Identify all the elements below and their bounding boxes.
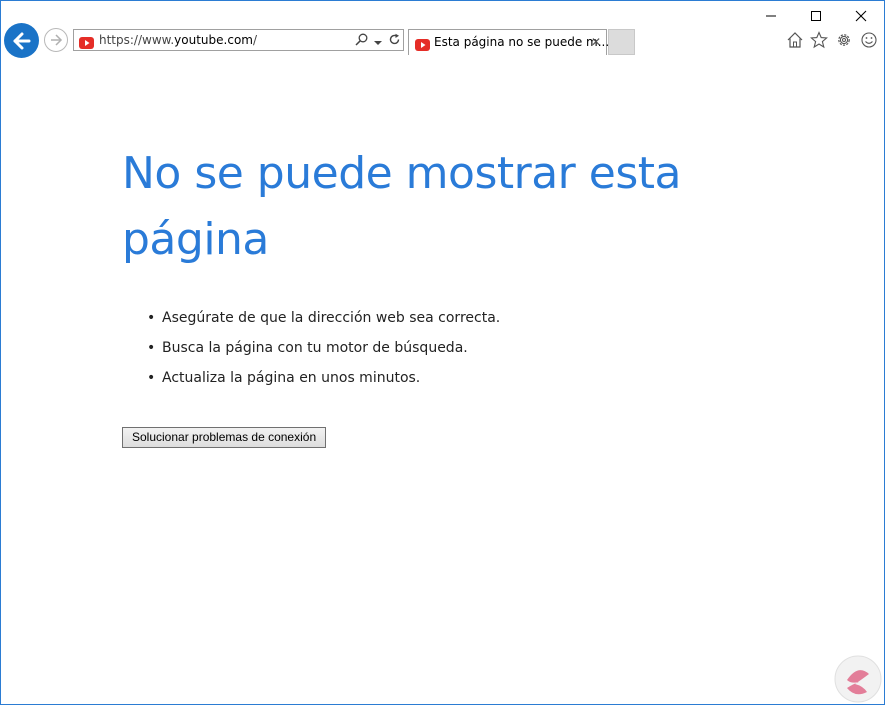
refresh-button[interactable]: [388, 31, 401, 50]
close-icon: [855, 10, 867, 22]
favorites-star-icon: [810, 31, 828, 49]
url-suffix: /: [252, 33, 258, 47]
minimize-button[interactable]: [748, 1, 794, 31]
bullet: •: [147, 310, 156, 326]
feedback-smiley-icon: [861, 32, 877, 48]
tip-text: Actualiza la página en unos minutos.: [162, 370, 421, 386]
maximize-button[interactable]: [793, 1, 839, 31]
url-host: youtube.com: [174, 33, 253, 47]
forward-button[interactable]: [44, 28, 68, 52]
settings-button[interactable]: [834, 30, 854, 50]
tip-text: Busca la página con tu motor de búsqueda…: [162, 340, 468, 356]
back-arrow-icon: [13, 32, 30, 49]
list-item: • Actualiza la página en unos minutos.: [147, 363, 500, 393]
dropdown-button[interactable]: [374, 31, 382, 50]
tab-close-button[interactable]: ✕: [591, 35, 601, 49]
feedback-button[interactable]: [859, 30, 879, 50]
list-item: • Busca la página con tu motor de búsqued…: [147, 333, 500, 363]
search-button[interactable]: [355, 31, 368, 50]
search-icon: [355, 33, 368, 46]
youtube-icon: [79, 34, 94, 53]
browser-window: https://www.youtube.com/ Esta página no …: [0, 0, 885, 705]
address-tools: [355, 32, 401, 48]
page-title: No se puede mostrar esta página: [122, 148, 681, 265]
bullet: •: [147, 340, 156, 356]
refresh-icon: [389, 33, 400, 44]
tab-current[interactable]: Esta página no se puede m... ✕: [408, 29, 610, 55]
home-icon: [787, 32, 803, 48]
new-tab-button[interactable]: [608, 29, 635, 55]
forward-arrow-icon: [51, 34, 63, 46]
list-item: • Asegúrate de que la dirección web sea c…: [147, 303, 500, 333]
close-window-button[interactable]: [838, 1, 884, 31]
minimize-icon: [766, 15, 776, 17]
tab-title: Esta página no se puede m...: [434, 35, 610, 49]
address-url[interactable]: https://www.youtube.com/: [99, 33, 257, 47]
bullet: •: [147, 370, 156, 386]
dropdown-icon: [374, 40, 382, 45]
back-button[interactable]: [4, 23, 39, 58]
tip-text: Asegúrate de que la dirección web sea co…: [162, 310, 501, 326]
youtube-icon: [415, 36, 430, 55]
watermark-logo-icon: [834, 655, 882, 703]
diagnose-connection-button[interactable]: Solucionar problemas de conexión: [122, 427, 327, 448]
settings-gear-icon: [838, 34, 850, 46]
maximize-icon: [811, 11, 821, 21]
home-button[interactable]: [785, 30, 805, 50]
url-prefix: https://www.: [99, 33, 175, 47]
favorites-button[interactable]: [809, 30, 829, 50]
address-bar[interactable]: https://www.youtube.com/: [73, 29, 404, 51]
tips-list: • Asegúrate de que la dirección web sea c…: [147, 303, 500, 393]
